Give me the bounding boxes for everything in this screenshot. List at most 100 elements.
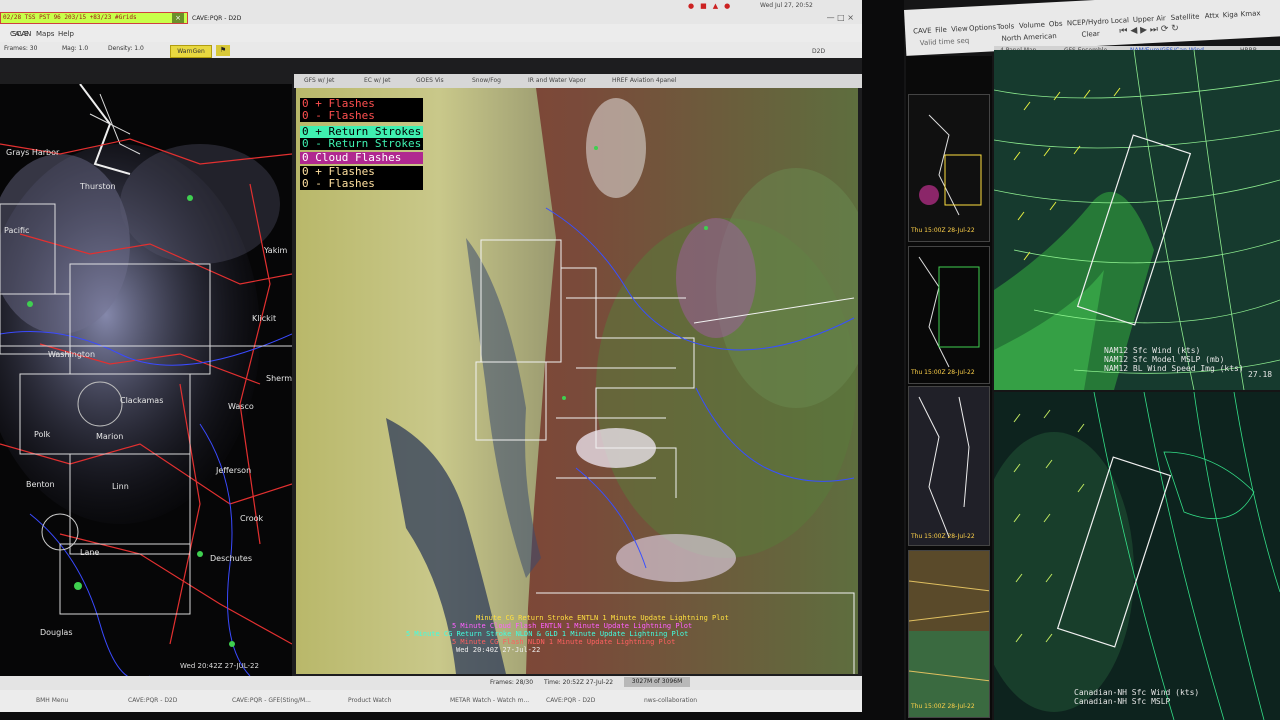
tab-gfs-jet[interactable]: GFS w/ Jet	[304, 77, 334, 84]
taskbar-metar-watch[interactable]: METAR Watch - Watch m...	[450, 697, 529, 704]
mag-select[interactable]: Mag: 1.0	[62, 45, 88, 52]
frame-nav-icons[interactable]: ⏮ ◀ ▶ ⏭ ⟳ ↻	[1119, 24, 1179, 37]
lightning-legend: 0 + Flashes 0 - Flashes 0 + Return Strok…	[300, 98, 424, 190]
menu-bar: CAVE SCAN Maps Help	[0, 24, 862, 42]
frame-time: Time: 20:52Z 27-Jul-22	[544, 679, 614, 686]
taskbar-nws-collab[interactable]: nws-collaboration	[644, 697, 697, 704]
tab-snow-fog[interactable]: Snow/Fog	[472, 77, 501, 84]
label-klickitat: Klickit	[252, 314, 277, 323]
thumb-4-time: Thu 15:00Z 28-Jul-22	[911, 703, 975, 710]
strip-close-button[interactable]: ×	[172, 13, 184, 23]
top-caption-time: 27.18	[1248, 370, 1273, 379]
tab-ec-jet[interactable]: EC w/ Jet	[364, 77, 391, 84]
thumbnail-3[interactable]: Thu 15:00Z 28-Jul-22	[908, 386, 990, 546]
rmenu-view[interactable]: View	[951, 25, 968, 34]
taskbar-bmh-menu[interactable]: BMH Menu	[36, 697, 68, 704]
taskbar-cave-gfe[interactable]: CAVE:PQR - GFE(Sting/M...	[232, 697, 311, 704]
label-washington: Washington	[48, 350, 96, 359]
wind-barb-field-bottom	[994, 392, 1280, 720]
thumb-3-map	[918, 396, 970, 538]
right-monitor-screen: CAVE File View Options Tools Volume Obs …	[904, 0, 1280, 720]
rmenu-attx[interactable]: Attx	[1205, 12, 1220, 21]
taskbar-cave-d2d-2[interactable]: CAVE:PQR - D2D	[546, 697, 595, 704]
system-tray-icons[interactable]: ●■▲●	[688, 2, 736, 10]
thumbnail-strip: Thu 15:00Z 28-Jul-22 Thu 15:00Z 28-Jul-2…	[906, 56, 992, 720]
legend-neg-flashes: 0 - Flashes	[300, 110, 424, 122]
window-title: CAVE:PQR - D2D	[192, 15, 242, 22]
tab-goes-vis[interactable]: GOES Vis	[416, 77, 444, 84]
thumbnail-2[interactable]: Thu 15:00Z 28-Jul-22	[908, 246, 990, 384]
clear-button[interactable]: Clear	[1081, 30, 1100, 39]
label-jefferson: Jefferson	[216, 466, 252, 475]
tab-ir-water-vapor[interactable]: IR and Water Vapor	[528, 77, 586, 84]
thumb-3-time: Thu 15:00Z 28-Jul-22	[911, 533, 975, 540]
frame-status-bar: Frames: 28/30 Time: 20:52Z 27-Jul-22 302…	[0, 676, 862, 690]
toolbar: Frames: 30 Mag: 1.0 Density: 1.0	[0, 42, 862, 58]
alert-status-strip[interactable]: 02/28 TSS PST 96 203/15 +83/23 #Grids	[0, 12, 188, 24]
system-clock: Wed Jul 27, 20:52	[760, 2, 813, 9]
thumb-4-map	[909, 580, 989, 717]
density-select[interactable]: Density: 1.0	[108, 45, 144, 52]
window-controls-icon[interactable]: — □ ×	[827, 13, 854, 22]
window-titlebar: CAVE:PQR - D2D — □ ×	[188, 12, 862, 24]
memory-usage[interactable]: 3027M of 3096M	[624, 677, 690, 687]
taskbar: BMH Menu CAVE:PQR - D2D CAVE:PQR - GFE(S…	[0, 690, 862, 712]
bottom-panel-caption: Canadian-NH Sfc Wind (kts) Canadian-NH S…	[1074, 688, 1199, 706]
model-panel-top[interactable]: NAM12 Sfc Wind (kts) NAM12 Sfc Model MSL…	[994, 50, 1280, 390]
label-polk: Polk	[34, 430, 51, 439]
warngen-button[interactable]: WarnGen	[170, 45, 212, 58]
rmenu-obs[interactable]: Obs	[1049, 20, 1063, 29]
thumbnail-4[interactable]: Thu 15:00Z 28-Jul-22	[908, 550, 990, 718]
left-monitor-screen: ●■▲● Wed Jul 27, 20:52 02/28 TSS PST 96 …	[0, 0, 862, 712]
rmenu-volume[interactable]: Volume	[1019, 21, 1045, 30]
taskbar-cave-d2d[interactable]: CAVE:PQR - D2D	[128, 697, 177, 704]
legend-neg-flashes-2: 0 - Flashes	[300, 178, 424, 190]
perspective-tabs: GFS w/ Jet EC w/ Jet GOES Vis Snow/Fog I…	[294, 74, 862, 88]
menu-scan[interactable]: SCAN	[12, 30, 31, 38]
map-pane-satellite[interactable]: 0 + Flashes 0 - Flashes 0 + Return Strok…	[296, 88, 858, 674]
rmenu-ncep-hydro[interactable]: NCEP/Hydro	[1067, 17, 1109, 27]
menu-help[interactable]: Help	[58, 30, 74, 38]
thumb-1-map	[919, 114, 982, 216]
rmenu-kiga[interactable]: Kiga	[1223, 11, 1239, 20]
thumb-1-time: Thu 15:00Z 28-Jul-22	[911, 227, 975, 234]
map-pane-left[interactable]: Grays Harbor Thurston Pacific Yakim Klic…	[0, 84, 292, 676]
label-douglas: Douglas	[40, 628, 73, 637]
label-grays-harbor: Grays Harbor	[6, 148, 60, 157]
rmenu-file[interactable]: File	[935, 26, 947, 35]
bottom-caption-1: Canadian-NH Sfc Wind (kts)	[1074, 688, 1200, 697]
menu-maps[interactable]: Maps	[36, 30, 54, 38]
taskbar-product-watch[interactable]: Product Watch	[348, 697, 391, 704]
model-panel-bottom[interactable]: Canadian-NH Sfc Wind (kts) Canadian-NH S…	[994, 392, 1280, 720]
label-crook: Crook	[240, 514, 264, 523]
frames-select[interactable]: Frames: 30	[4, 45, 37, 52]
top-panel-caption: NAM12 Sfc Wind (kts) NAM12 Sfc Model MSL…	[1104, 346, 1244, 373]
bottom-caption-2: Canadian-NH Sfc MSLP	[1074, 697, 1171, 706]
thumb-2-time: Thu 15:00Z 28-Jul-22	[911, 369, 975, 376]
rmenu-local[interactable]: Local	[1111, 16, 1130, 25]
top-caption-2: NAM12 Sfc Model MSLP (mb)	[1104, 355, 1225, 364]
d2d-indicator: D2D	[812, 48, 826, 55]
label-pacific: Pacific	[4, 226, 30, 235]
rmenu-tools[interactable]: Tools	[997, 22, 1015, 31]
rmenu-options[interactable]: Options	[969, 23, 996, 32]
label-clackamas: Clackamas	[120, 396, 164, 405]
pane-a-timestamp: Wed 20:42Z 27-JUL-22	[180, 662, 259, 670]
valid-time-select[interactable]: Valid time seq	[920, 37, 970, 48]
label-benton: Benton	[26, 480, 55, 489]
label-sherman: Sherma	[266, 374, 292, 383]
rmenu-upper-air[interactable]: Upper Air	[1133, 14, 1166, 24]
rmenu-cave[interactable]: CAVE	[913, 27, 932, 36]
label-wasco: Wasco	[228, 402, 254, 411]
tab-href-aviation[interactable]: HREF Aviation 4panel	[612, 77, 676, 84]
legend-neg-return-strokes: 0 - Return Strokes	[300, 137, 424, 150]
label-deschutes: Deschutes	[210, 554, 253, 563]
top-caption-1: NAM12 Sfc Wind (kts)	[1104, 346, 1201, 355]
label-marion: Marion	[96, 432, 124, 441]
thumbnail-1[interactable]: Thu 15:00Z 28-Jul-22	[908, 94, 990, 242]
warngen-tool-icon[interactable]: ⚑	[216, 45, 230, 56]
county-map-svg	[0, 84, 292, 676]
rmenu-satellite[interactable]: Satellite	[1171, 13, 1200, 22]
rmenu-kmax[interactable]: Kmax	[1240, 9, 1260, 18]
region-select[interactable]: North American	[1001, 32, 1056, 43]
